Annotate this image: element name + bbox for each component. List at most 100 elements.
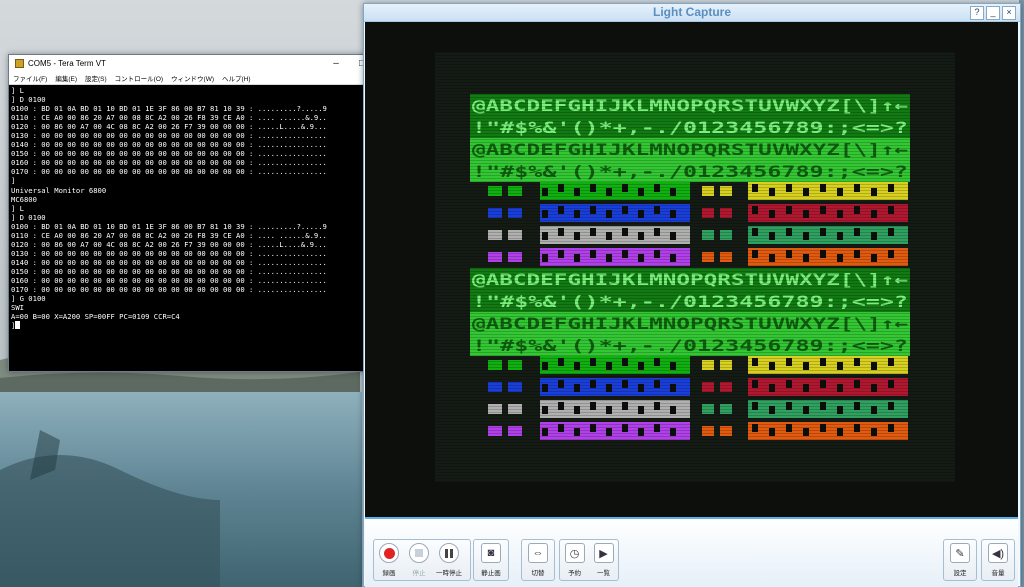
terminal-line: ] L: [11, 203, 24, 213]
semi-graphic-gap: [820, 206, 826, 214]
schedule-button[interactable]: ◷ 予約: [560, 540, 589, 580]
menu-file[interactable]: ファイル(F): [9, 73, 51, 83]
scanline: [435, 451, 955, 452]
scanline: [435, 427, 955, 428]
scanline: [435, 301, 955, 302]
scanline: [435, 94, 955, 95]
stop-label: 停止: [412, 570, 426, 577]
menu-help[interactable]: ヘルプ(H): [218, 73, 255, 83]
semi-graphic-gap: [752, 380, 758, 388]
list-button[interactable]: ▶ 一覧: [589, 540, 618, 580]
scanline: [435, 412, 955, 413]
scanline: [435, 97, 955, 98]
scanline: [435, 388, 955, 389]
teraterm-window[interactable]: COM5 - Tera Term VT – □ ✕ ファイル(F) 編集(E) …: [8, 54, 402, 372]
scanline: [435, 481, 955, 482]
scanline: [435, 109, 955, 110]
scanline: [435, 136, 955, 137]
semi-graphic-gap: [542, 254, 548, 262]
scanline: [435, 469, 955, 470]
record-icon: [379, 543, 399, 563]
scanline: [435, 181, 955, 182]
settings-button[interactable]: ✎ 設定: [944, 540, 976, 580]
scanline: [435, 76, 955, 77]
scanline: [435, 88, 955, 89]
menu-edit[interactable]: 編集(E): [51, 73, 81, 83]
menu-setup[interactable]: 設定(S): [81, 73, 111, 83]
semi-graphic-gap: [871, 428, 877, 436]
terminal-output[interactable]: ] L] D 0100 0100 : BD 01 0A BD 01 10 BD 0…: [9, 85, 395, 371]
semi-graphic-gap: [622, 206, 628, 214]
menu-window[interactable]: ウィンドウ(W): [167, 73, 218, 83]
record-button[interactable]: 録画: [374, 540, 404, 580]
semi-graphic-gap: [888, 206, 894, 214]
light-capture-window[interactable]: Light Capture ? _ × @ABCDEFGHIJKLMNOPQRS…: [363, 3, 1021, 587]
scanline: [435, 259, 955, 260]
scanline: [435, 232, 955, 233]
scanline: [435, 238, 955, 239]
teraterm-title: COM5 - Tera Term VT: [28, 59, 106, 68]
semi-graphic-gap: [574, 428, 580, 436]
menu-control[interactable]: コントロール(O): [111, 73, 167, 83]
scanline: [435, 172, 955, 173]
teraterm-menubar: ファイル(F) 編集(E) 設定(S) コントロール(O) ウィンドウ(W) ヘ…: [9, 72, 401, 85]
scanline: [435, 241, 955, 242]
teraterm-titlebar[interactable]: COM5 - Tera Term VT – □ ✕: [9, 55, 401, 72]
scanline: [435, 139, 955, 140]
scanline: [435, 478, 955, 479]
semi-graphic-gap: [871, 188, 877, 196]
light-capture-title: Light Capture: [653, 5, 731, 19]
scanline: [435, 325, 955, 326]
scanline: [435, 247, 955, 248]
minimize-button[interactable]: _: [986, 6, 1000, 20]
playback-group: 録画 停止 一時停止: [373, 539, 471, 581]
terminal-line: ]: [11, 321, 395, 330]
semi-graphic-gap: [803, 254, 809, 262]
scanline: [435, 274, 955, 275]
pause-icon: [439, 543, 459, 563]
semi-graphic-gap: [574, 362, 580, 370]
scanline: [435, 145, 955, 146]
still-image-button[interactable]: ◙ 静止画: [474, 540, 508, 580]
scanline: [435, 58, 955, 59]
still-label: 静止画: [481, 570, 501, 577]
scanline: [435, 103, 955, 104]
scanline: [435, 460, 955, 461]
help-button[interactable]: ?: [970, 6, 984, 20]
light-capture-titlebar[interactable]: Light Capture ? _ ×: [364, 4, 1020, 22]
terminal-line: A=00 B=00 X=A200 SP=00FF PC=0109 CCR=C4: [11, 312, 180, 322]
scanline: [435, 418, 955, 419]
terminal-line: 0170 : 00 00 00 00 00 00 00 00 00 00 00 …: [11, 167, 327, 177]
scanline: [435, 82, 955, 83]
scanline: [435, 385, 955, 386]
semi-graphic-gap: [837, 254, 843, 262]
semi-graphic-gap: [574, 188, 580, 196]
terminal-line: 0120 : 00 86 00 A7 00 4C 08 8C A2 00 26 …: [11, 239, 327, 249]
scanline: [435, 226, 955, 227]
scanline: [435, 52, 955, 53]
semi-graphic-gap: [888, 380, 894, 388]
list-label: 一覧: [597, 570, 610, 577]
stop-button[interactable]: 停止: [404, 540, 434, 580]
scanline: [435, 277, 955, 278]
pause-button[interactable]: 一時停止: [434, 540, 464, 580]
semi-graphic-gap: [752, 206, 758, 214]
scanline: [435, 403, 955, 404]
semi-graphic-gap: [820, 380, 826, 388]
volume-label: 音量: [991, 570, 1005, 577]
terminal-line: 0100 : BD 01 0A BD 01 10 BD 01 1E 3F 86 …: [11, 104, 327, 114]
scanline: [435, 475, 955, 476]
scanline: [435, 304, 955, 305]
scanline: [435, 208, 955, 209]
scanline: [435, 442, 955, 443]
scanline: [435, 349, 955, 350]
scanline: [435, 463, 955, 464]
scanline: [435, 235, 955, 236]
terminal-line: 0110 : CE A0 00 86 20 A7 00 08 8C A2 00 …: [11, 230, 327, 240]
volume-button[interactable]: ◀) 音量: [982, 540, 1014, 580]
switch-button[interactable]: ⇔ 切替: [522, 540, 554, 580]
semi-graphic-gap: [871, 254, 877, 262]
close-button[interactable]: ×: [1002, 6, 1016, 20]
crt-screen: @ABCDEFGHIJKLMNOPQRSTUVWXYZ[\]↑← !"#$%&'…: [365, 22, 1018, 517]
minimize-icon[interactable]: –: [323, 55, 349, 72]
